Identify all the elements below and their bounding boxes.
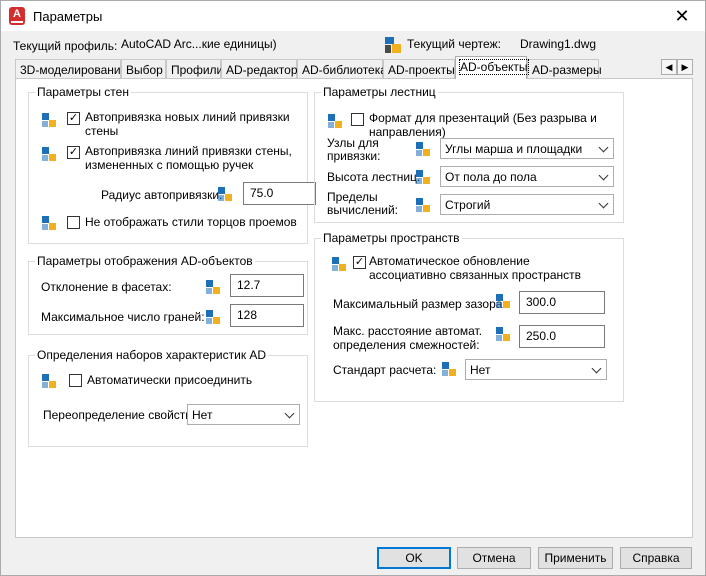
- help-button[interactable]: Справка: [620, 547, 692, 569]
- property-override-label: Переопределение свойств: [43, 408, 192, 422]
- auto-update-checkbox[interactable]: ✓: [353, 256, 366, 269]
- apply-button[interactable]: Применить: [538, 547, 613, 569]
- drawing-icon: [385, 37, 401, 53]
- cancel-button[interactable]: Отмена: [457, 547, 531, 569]
- close-button[interactable]: ✕: [671, 5, 693, 27]
- tab-ad-editor[interactable]: AD-редактор: [221, 59, 298, 78]
- drawing-setting-icon: [331, 256, 347, 272]
- property-override-select[interactable]: Нет: [187, 404, 300, 425]
- snap-changed-label: Автопривязка линий привязки стены, измен…: [85, 144, 292, 172]
- snap-new-label: Автопривязка новых линий привязки стены: [85, 110, 290, 138]
- auto-attach-label: Автоматически присоединить: [87, 373, 253, 387]
- drawing-setting-icon: [41, 112, 57, 128]
- snap-nodes-select[interactable]: Углы марша и площадки: [440, 138, 614, 159]
- drawing-setting-icon: [415, 169, 431, 185]
- hide-endcaps-checkbox[interactable]: [67, 216, 80, 229]
- title-bar: A Параметры ✕: [1, 1, 705, 31]
- current-drawing-label: Текущий чертеж:: [407, 37, 501, 51]
- stair-height-select[interactable]: От пола до пола: [440, 166, 614, 187]
- current-profile-label: Текущий профиль:: [13, 39, 118, 53]
- display-group: Параметры отображения AD-объектов Отклон…: [28, 254, 308, 335]
- tab-ad-projects[interactable]: AD-проекты: [383, 59, 455, 78]
- current-drawing-value: Drawing1.dwg: [520, 37, 597, 51]
- chevron-down-icon: [598, 170, 609, 181]
- drawing-setting-icon: [415, 141, 431, 157]
- max-faces-label: Максимальное число граней:: [41, 310, 205, 324]
- facet-deviation-input[interactable]: 12.7: [230, 274, 304, 297]
- calc-limits-label: Пределы вычислений:: [327, 190, 398, 217]
- drawing-setting-icon: [41, 215, 57, 231]
- tab-3d-modeling[interactable]: 3D-моделирование: [15, 59, 127, 78]
- max-gap-input[interactable]: 300.0: [519, 291, 605, 314]
- display-group-title: Параметры отображения AD-объектов: [35, 254, 255, 268]
- presentation-label: Формат для презентаций (Без разрыва и на…: [369, 111, 597, 139]
- tab-profiles[interactable]: Профили: [166, 59, 223, 78]
- propsets-group-title: Определения наборов характеристик AD: [35, 348, 269, 362]
- drawing-setting-icon: [441, 361, 457, 377]
- drawing-setting-icon: [217, 186, 233, 202]
- drawing-setting-icon: [495, 293, 511, 309]
- drawing-setting-icon: [41, 373, 57, 389]
- stairs-group: Параметры лестниц Формат для презентаций…: [314, 85, 624, 223]
- snap-radius-label: Радиус автопривязки:: [101, 188, 223, 202]
- tab-ad-objects[interactable]: AD-объекты: [455, 56, 529, 79]
- stairs-group-title: Параметры лестниц: [321, 85, 438, 99]
- presentation-checkbox[interactable]: [351, 113, 364, 126]
- spaces-group: Параметры пространств ✓ Автоматическое о…: [314, 231, 624, 402]
- autocad-app-icon: A: [9, 7, 25, 25]
- ok-button[interactable]: OK: [377, 547, 451, 569]
- max-faces-input[interactable]: 128: [230, 304, 304, 327]
- window-title: Параметры: [33, 9, 103, 24]
- drawing-setting-icon: [495, 326, 511, 342]
- walls-group-title: Параметры стен: [35, 85, 131, 99]
- chevron-down-icon: [284, 408, 295, 419]
- drawing-setting-icon: [205, 279, 221, 295]
- auto-attach-checkbox[interactable]: [69, 374, 82, 387]
- walls-group: Параметры стен ✓ Автопривязка новых лини…: [28, 85, 316, 244]
- chevron-down-icon: [598, 198, 609, 209]
- calc-standard-select[interactable]: Нет: [465, 359, 607, 380]
- tab-ad-library[interactable]: AD-библиотека: [297, 59, 387, 78]
- options-dialog: A Параметры ✕ Текущий профиль: AutoCAD A…: [0, 0, 706, 576]
- chevron-down-icon: [598, 142, 609, 153]
- max-gap-label: Максимальный размер зазора:: [333, 297, 506, 311]
- tab-scroll-right-button[interactable]: ▶: [677, 59, 693, 75]
- current-profile-value: AutoCAD Arc...кие единицы): [121, 37, 277, 51]
- adjacency-input[interactable]: 250.0: [519, 325, 605, 348]
- snap-nodes-label: Узлы для привязки:: [327, 136, 381, 163]
- chevron-down-icon: [591, 363, 602, 374]
- auto-update-label: Автоматическое обновление ассоциативно с…: [369, 254, 581, 282]
- drawing-setting-icon: [205, 309, 221, 325]
- snap-changed-checkbox[interactable]: ✓: [67, 146, 80, 159]
- drawing-setting-icon: [41, 146, 57, 162]
- tab-selection[interactable]: Выбор: [121, 59, 166, 78]
- calc-standard-label: Стандарт расчета:: [333, 363, 437, 377]
- adjacency-label: Макс. расстояние автомат. определения см…: [333, 324, 483, 352]
- hide-endcaps-label: Не отображать стили торцов проемов: [85, 215, 297, 229]
- stair-height-label: Высота лестниц:: [327, 170, 421, 184]
- calc-limits-select[interactable]: Строгий: [440, 194, 614, 215]
- drawing-setting-icon: [415, 197, 431, 213]
- spaces-group-title: Параметры пространств: [321, 231, 462, 245]
- tab-scroll-left-button[interactable]: ◀: [661, 59, 677, 75]
- drawing-setting-icon: [327, 113, 343, 129]
- tab-ad-dimensions[interactable]: AD-размеры: [527, 59, 602, 78]
- propsets-group: Определения наборов характеристик AD Авт…: [28, 348, 308, 447]
- snap-new-checkbox[interactable]: ✓: [67, 112, 80, 125]
- ad-objects-panel: Параметры стен ✓ Автопривязка новых лини…: [15, 78, 693, 538]
- snap-radius-input[interactable]: 75.0: [243, 182, 316, 205]
- facet-deviation-label: Отклонение в фасетах:: [41, 280, 172, 294]
